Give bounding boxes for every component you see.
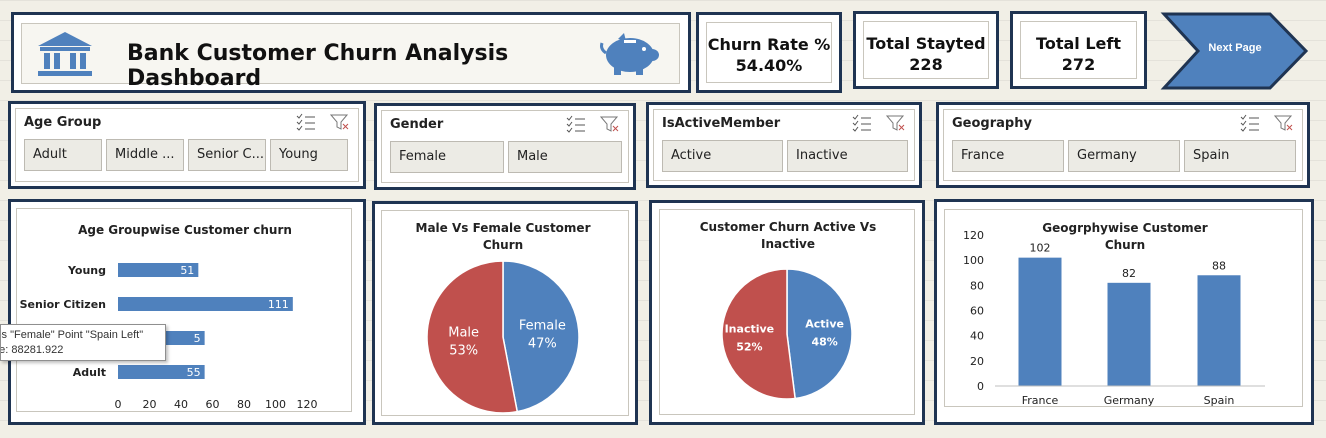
- age-category-label-0: Young: [67, 264, 106, 277]
- age-bar-value-0: 51: [180, 264, 194, 277]
- tooltip-line-1: ies "Female" Point "Spain Left": [0, 329, 144, 341]
- active-pie-slice-0: [786, 268, 853, 400]
- age-x-tick-6: 120: [297, 398, 318, 411]
- geo-bar-2: [1197, 275, 1241, 386]
- age-x-tick-4: 80: [237, 398, 251, 411]
- age-bar-1: [118, 297, 293, 311]
- age-x-tick-5: 100: [265, 398, 286, 411]
- geo-bar-value-1: 82: [1122, 267, 1136, 280]
- age-bar-value-3: 55: [187, 366, 201, 379]
- geo-y-tick-0: 0: [977, 380, 984, 393]
- geo-bar-0: [1018, 257, 1062, 386]
- gender-pie-value-0: 47%: [528, 336, 557, 351]
- geo-bar-value-0: 102: [1030, 242, 1051, 255]
- gender-pie-label-1: Male: [448, 326, 479, 341]
- geo-y-tick-2: 40: [970, 330, 984, 343]
- geo-y-tick-5: 100: [963, 254, 984, 267]
- gender-pie-value-1: 53%: [449, 344, 478, 359]
- tooltip-line-2: ue: 88281.922: [0, 344, 64, 356]
- age-x-tick-3: 60: [206, 398, 220, 411]
- geo-bar-value-2: 88: [1212, 259, 1226, 272]
- chart-tooltip: ies "Female" Point "Spain Left" ue: 8828…: [0, 324, 166, 361]
- active-pie-label-1: Inactive: [725, 322, 775, 335]
- geo-category-label-2: Spain: [1204, 394, 1235, 407]
- active-pie-label-0: Active: [805, 318, 844, 331]
- age-bar-value-2: 5: [194, 332, 201, 345]
- geo-category-label-0: France: [1022, 394, 1059, 407]
- age-category-label-3: Adult: [73, 366, 106, 379]
- gender-pie-label-0: Female: [519, 318, 566, 333]
- geo-y-tick-1: 20: [970, 355, 984, 368]
- age-x-tick-1: 20: [143, 398, 157, 411]
- age-category-label-1: Senior Citizen: [20, 298, 106, 311]
- geo-bar-1: [1107, 282, 1151, 386]
- geo-y-tick-4: 80: [970, 279, 984, 292]
- geo-y-tick-6: 120: [963, 229, 984, 242]
- age-bar-chart: 51Young111Senior Citizen555Adult0 20 40 60 8…: [20, 229, 1265, 414]
- geo-y-tick-3: 60: [970, 305, 984, 318]
- age-x-tick-0: 0: [115, 398, 122, 411]
- age-x-tick-2: 40: [174, 398, 188, 411]
- geo-category-label-1: Germany: [1104, 394, 1155, 407]
- active-pie-value-0: 48%: [811, 336, 837, 349]
- age-bar-value-1: 111: [268, 298, 289, 311]
- active-pie-value-1: 52%: [736, 340, 762, 353]
